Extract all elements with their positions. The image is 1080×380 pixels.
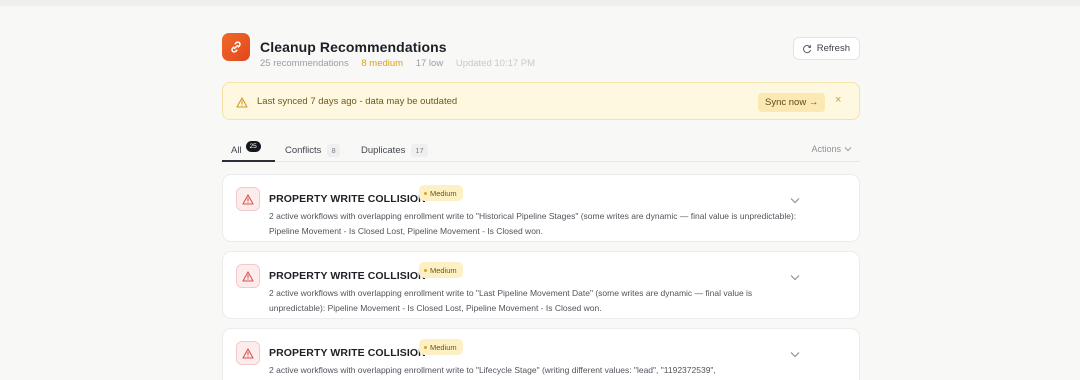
recommendations-count: 25 recommendations (260, 58, 349, 69)
recommendation-card[interactable]: PROPERTY WRITE COLLISION Medium 2 active… (222, 328, 860, 380)
tab-count: 17 (411, 143, 428, 157)
close-icon[interactable]: × (835, 94, 841, 106)
page-title: Cleanup Recommendations (260, 39, 447, 55)
card-description: 2 active workflows with overlapping enro… (269, 211, 797, 236)
tab-label: Duplicates (361, 144, 406, 156)
alert-triangle-icon (236, 341, 260, 365)
tab-count: 8 (327, 143, 340, 157)
sync-now-button[interactable]: Sync now → (758, 93, 826, 112)
warning-triangle-icon (236, 95, 248, 113)
link-icon (222, 33, 250, 61)
card-description: 2 active workflows with overlapping enro… (269, 288, 753, 313)
low-count: 17 low (415, 58, 444, 69)
refresh-label: Refresh (816, 43, 850, 54)
card-description: 2 active workflows with overlapping enro… (269, 365, 716, 375)
tab-all[interactable]: All 25 (231, 140, 261, 159)
actions-dropdown[interactable]: Actions (811, 144, 852, 154)
chevron-down-icon[interactable] (790, 268, 800, 286)
main-panel: Cleanup Recommendations 25 recommendatio… (222, 30, 860, 380)
sync-warning-banner: Last synced 7 days ago - data may be out… (222, 82, 860, 120)
refresh-button[interactable]: Refresh (792, 37, 860, 60)
actions-label: Actions (811, 144, 841, 154)
refresh-icon (802, 44, 811, 53)
summary-meta: 25 recommendations 8 medium 17 low Updat… (260, 58, 545, 69)
page-header: Cleanup Recommendations 25 recommendatio… (222, 30, 860, 74)
top-bar (0, 0, 1080, 6)
tab-label: Conflicts (285, 144, 322, 156)
chevron-down-icon[interactable] (790, 345, 800, 363)
tab-label: All (231, 144, 242, 156)
card-title: PROPERTY WRITE COLLISION (269, 193, 426, 205)
chevron-down-icon (844, 147, 852, 152)
medium-count: 8 medium (361, 58, 404, 69)
tab-conflicts[interactable]: Conflicts 8 (285, 141, 340, 159)
banner-text: Last synced 7 days ago - data may be out… (257, 96, 458, 107)
recommendation-card[interactable]: PROPERTY WRITE COLLISION Medium 2 active… (222, 251, 860, 319)
alert-triangle-icon (236, 264, 260, 288)
severity-badge: Medium (419, 339, 463, 355)
active-tab-indicator (222, 160, 275, 162)
card-title: PROPERTY WRITE COLLISION (269, 270, 426, 282)
alert-triangle-icon (236, 187, 260, 211)
chevron-down-icon[interactable] (790, 191, 800, 209)
severity-badge: Medium (419, 262, 463, 278)
filter-tabs: All 25 Conflicts 8 Duplicates 17 Actions (222, 136, 860, 162)
tab-count: 25 (245, 140, 261, 152)
severity-badge: Medium (419, 185, 463, 201)
tab-duplicates[interactable]: Duplicates 17 (361, 141, 428, 159)
updated-time: Updated 10:17 PM (455, 58, 536, 69)
card-title: PROPERTY WRITE COLLISION (269, 347, 426, 359)
recommendation-card[interactable]: PROPERTY WRITE COLLISION Medium 2 active… (222, 174, 860, 242)
